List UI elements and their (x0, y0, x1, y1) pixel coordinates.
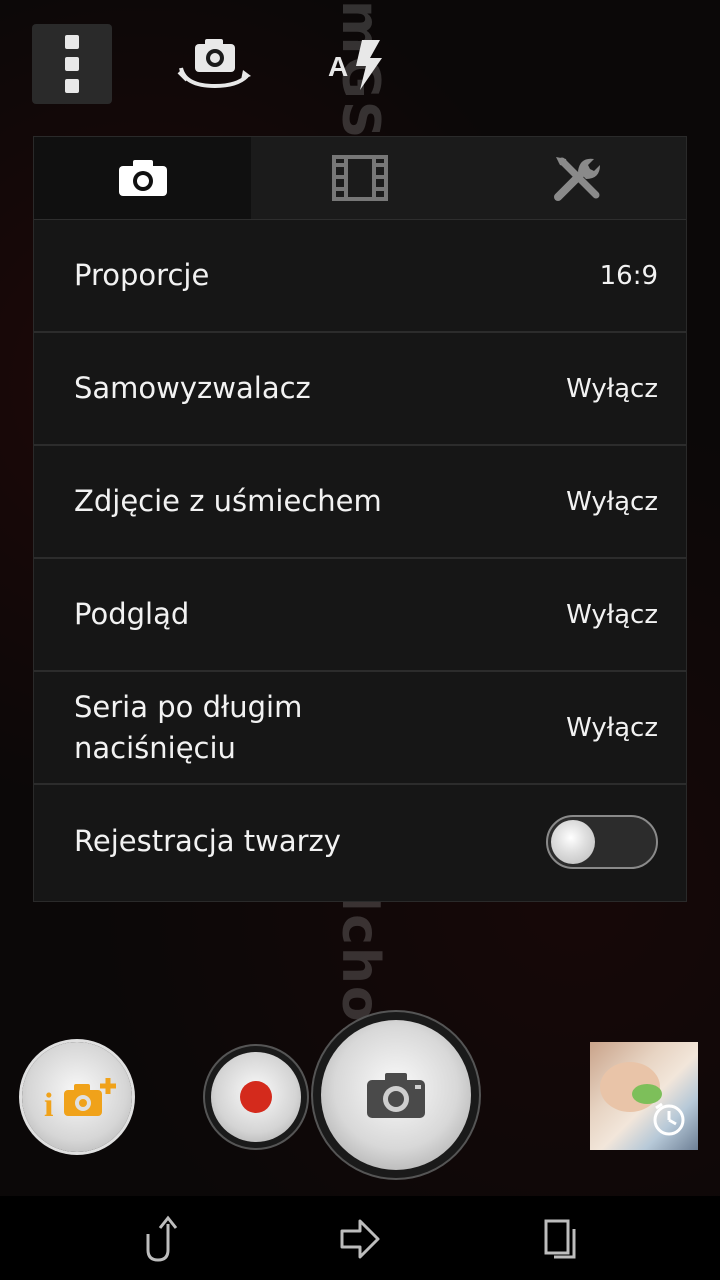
back-button[interactable] (130, 1214, 190, 1264)
last-photo-thumbnail[interactable] (590, 1042, 698, 1150)
settings-panel: Proporcje 16:9 Samowyzwalacz Wyłącz Zdję… (34, 137, 686, 901)
setting-value: 16:9 (599, 260, 658, 291)
superior-auto-button[interactable]: i (22, 1042, 132, 1152)
switch-camera-icon (177, 39, 251, 89)
camera-icon (367, 1073, 425, 1118)
navigation-bar (0, 1196, 720, 1280)
shutter-button[interactable] (321, 1020, 471, 1170)
flash-auto-icon: A (328, 40, 382, 90)
capture-controls: i (0, 1000, 720, 1195)
setting-label: Zdjęcie z uśmiechem (74, 484, 382, 518)
toggle-knob (551, 819, 595, 864)
setting-face-registration[interactable]: Rejestracja twarzy (34, 785, 686, 898)
switch-camera-button[interactable] (170, 30, 260, 100)
svg-text:i: i (44, 1087, 53, 1122)
setting-burst-long-press[interactable]: Seria po długim naciśnięciu Wyłącz (34, 672, 686, 785)
settings-tabs (34, 137, 686, 220)
setting-value: Wyłącz (566, 373, 658, 404)
film-icon (331, 155, 388, 201)
capture-button-group (203, 1018, 478, 1178)
timer-icon (653, 1102, 685, 1136)
setting-label: Podgląd (74, 597, 190, 631)
svg-text:A: A (328, 51, 348, 82)
record-icon (240, 1081, 272, 1113)
camera-icon (118, 160, 167, 196)
setting-value: Wyłącz (566, 712, 658, 743)
flash-button[interactable]: A (312, 30, 402, 100)
setting-label: Samowyzwalacz (74, 371, 311, 405)
setting-label: Seria po długim naciśnięciu (74, 689, 303, 765)
settings-list: Proporcje 16:9 Samowyzwalacz Wyłącz Zdję… (34, 220, 686, 898)
overflow-menu-button[interactable] (32, 24, 112, 104)
superior-auto-camera-icon: i (44, 1078, 116, 1122)
home-button[interactable] (330, 1214, 390, 1264)
top-bar: A (0, 0, 720, 130)
setting-self-timer[interactable]: Samowyzwalacz Wyłącz (34, 333, 686, 446)
home-icon (340, 1219, 380, 1259)
record-video-button[interactable] (211, 1052, 301, 1142)
back-icon (146, 1215, 178, 1262)
setting-aspect-ratio[interactable]: Proporcje 16:9 (34, 220, 686, 333)
tab-video-settings[interactable] (251, 137, 468, 219)
tab-photo-settings[interactable] (34, 137, 252, 219)
setting-preview[interactable]: Podgląd Wyłącz (34, 559, 686, 672)
setting-label: Rejestracja twarzy (74, 824, 341, 858)
setting-label: Proporcje (74, 258, 210, 292)
recents-icon (544, 1219, 576, 1259)
setting-value: Wyłącz (566, 486, 658, 517)
recents-button[interactable] (530, 1214, 590, 1264)
setting-smile-shutter[interactable]: Zdjęcie z uśmiechem Wyłącz (34, 446, 686, 559)
tools-icon (554, 157, 601, 201)
tab-general-settings[interactable] (469, 137, 686, 219)
setting-value: Wyłącz (566, 599, 658, 630)
overflow-menu-icon (65, 35, 79, 49)
face-registration-toggle[interactable] (546, 814, 658, 869)
